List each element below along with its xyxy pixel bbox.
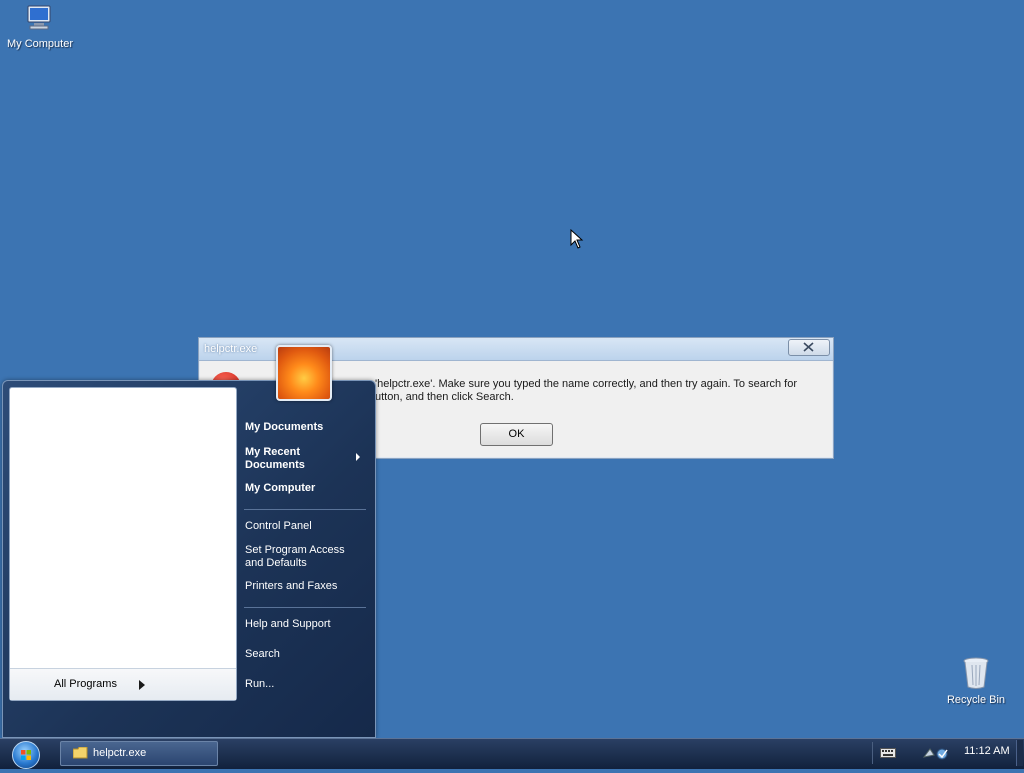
desktop-icon-recycle-bin[interactable]: Recycle Bin [936, 656, 1016, 706]
all-programs-button[interactable]: All Programs [10, 668, 236, 700]
menu-item-help-and-support[interactable]: Help and Support [245, 618, 331, 631]
menu-item-label: Run... [245, 678, 275, 690]
menu-item-search[interactable]: Search [245, 648, 280, 661]
taskbar-button-label: helpctr.exe [93, 747, 147, 759]
tray-separator [872, 742, 873, 764]
all-programs-label: All Programs [54, 678, 117, 690]
desktop-icon-label: Recycle Bin [946, 694, 1006, 706]
start-menu-programs-pane: All Programs [9, 387, 237, 701]
menu-item-label: My Computer [245, 482, 316, 494]
menu-item-my-recent-documents[interactable]: My Recent Documents [245, 446, 305, 472]
mouse-cursor-icon [570, 229, 584, 249]
menu-item-label: My Documents [245, 421, 324, 433]
menu-item-my-documents[interactable]: My Documents [245, 421, 323, 434]
menu-item-label-line: and Defaults [245, 557, 307, 569]
tray-network-icon[interactable] [922, 745, 952, 761]
close-button[interactable] [788, 339, 830, 356]
dialog-message-line: utton, and then click Search. [375, 391, 514, 403]
start-button[interactable] [12, 741, 40, 769]
menu-item-label: Printers and Faxes [245, 580, 338, 592]
dialog-message: 'helpctr.exe'. Make sure you typed the n… [375, 378, 827, 404]
close-icon [803, 342, 814, 352]
arrow-right-icon [139, 680, 145, 690]
menu-item-label: Control Panel [245, 520, 312, 532]
taskbar-clock[interactable]: 11:12 AM [964, 745, 1010, 757]
menu-item-label: Help and Support [245, 618, 331, 630]
menu-item-label-line: Set Program Access [245, 544, 345, 556]
menu-item-my-computer[interactable]: My Computer [245, 482, 315, 495]
menu-item-printers-and-faxes[interactable]: Printers and Faxes [245, 580, 337, 593]
recycle-bin-icon [963, 657, 989, 689]
desktop-icon-my-computer[interactable]: My Computer [0, 4, 80, 50]
submenu-arrow-icon [356, 453, 360, 461]
menu-item-set-program-access[interactable]: Set Program Access and Defaults [245, 544, 345, 570]
windows-logo-icon [21, 750, 31, 760]
menu-item-run[interactable]: Run... [245, 678, 274, 691]
keyboard-icon[interactable] [880, 748, 896, 758]
computer-icon [27, 5, 51, 30]
menu-separator [244, 607, 366, 608]
menu-item-label-line: Documents [245, 459, 305, 471]
desktop-icon-label: My Computer [6, 38, 74, 50]
dialog-title: helpctr.exe [204, 343, 258, 355]
menu-item-control-panel[interactable]: Control Panel [245, 520, 312, 533]
taskbar-button-helpctr[interactable]: helpctr.exe [60, 741, 218, 766]
user-picture[interactable] [276, 345, 332, 401]
show-desktop-button[interactable] [1016, 740, 1023, 766]
folder-icon [73, 747, 88, 759]
menu-item-label: Search [245, 648, 280, 660]
ok-button[interactable]: OK [480, 423, 553, 446]
menu-item-label-line: My Recent [245, 446, 301, 458]
menu-separator [244, 509, 366, 510]
dialog-message-line: 'helpctr.exe'. Make sure you typed the n… [375, 378, 798, 390]
